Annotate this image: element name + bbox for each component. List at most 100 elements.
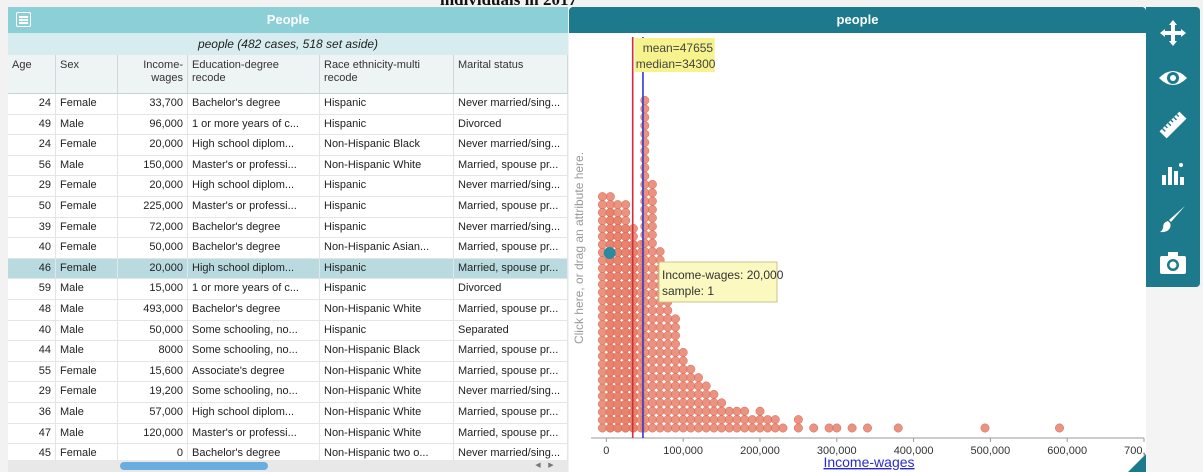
data-point[interactable] xyxy=(613,255,623,265)
data-point[interactable] xyxy=(678,398,688,408)
data-point[interactable] xyxy=(605,216,615,225)
table-cell[interactable]: 40 xyxy=(8,320,56,341)
data-point[interactable] xyxy=(597,391,607,401)
data-point[interactable] xyxy=(620,383,630,393)
column-header[interactable]: Education-degree recode xyxy=(188,55,320,93)
data-point[interactable] xyxy=(655,305,665,315)
table-row[interactable]: 29 Female 19,200 Some schooling, no... Non-H… xyxy=(8,382,568,403)
data-point[interactable] xyxy=(647,272,657,282)
table-cell[interactable]: 96,000 xyxy=(118,114,188,135)
data-point[interactable] xyxy=(597,271,607,281)
scroll-left-icon[interactable]: ◀ xyxy=(533,462,543,470)
data-point[interactable] xyxy=(663,406,673,416)
table-cell[interactable]: Female xyxy=(56,176,118,196)
table-menu-icon[interactable] xyxy=(16,12,31,27)
data-point[interactable] xyxy=(686,381,696,391)
data-point[interactable] xyxy=(809,423,819,433)
data-point[interactable] xyxy=(647,297,657,307)
data-point[interactable] xyxy=(701,406,711,416)
data-point[interactable] xyxy=(597,208,607,217)
data-point[interactable] xyxy=(694,415,703,425)
table-row[interactable]: 56 Male 150,000 Master's or professi... Non-… xyxy=(8,155,568,177)
data-point[interactable] xyxy=(647,238,657,248)
data-point[interactable] xyxy=(620,399,630,409)
table-cell[interactable]: Hispanic xyxy=(320,196,454,217)
table-cell[interactable]: Male xyxy=(56,114,118,135)
data-point[interactable] xyxy=(597,399,607,409)
graph-titlebar[interactable]: people xyxy=(569,7,1146,33)
data-point[interactable] xyxy=(597,319,607,329)
data-point[interactable] xyxy=(863,423,872,433)
data-point[interactable] xyxy=(597,311,607,321)
data-point[interactable] xyxy=(597,383,607,393)
data-point[interactable] xyxy=(620,263,630,273)
table-row[interactable]: 39 Female 72,000 Bachelor's degree Hispanic N… xyxy=(8,217,568,239)
data-point[interactable] xyxy=(655,322,665,332)
data-point[interactable] xyxy=(640,297,650,307)
data-point[interactable] xyxy=(640,263,650,273)
data-point[interactable] xyxy=(655,247,665,257)
data-point[interactable] xyxy=(605,423,615,433)
data-point[interactable] xyxy=(613,208,623,217)
table-cell[interactable]: Non-Hispanic Black xyxy=(320,135,454,155)
measure-icon[interactable] xyxy=(1157,109,1189,141)
table-cell[interactable]: Never married/sing... xyxy=(454,217,568,238)
data-point[interactable] xyxy=(770,423,780,433)
table-cell[interactable]: 59 xyxy=(8,279,56,299)
data-point[interactable] xyxy=(620,295,630,305)
data-point[interactable] xyxy=(694,373,703,383)
data-point[interactable] xyxy=(613,263,623,273)
data-point[interactable] xyxy=(597,216,607,225)
data-point[interactable] xyxy=(647,381,657,391)
data-point[interactable] xyxy=(640,188,650,198)
table-cell[interactable]: Male xyxy=(56,299,118,320)
data-point[interactable] xyxy=(620,343,630,353)
data-point[interactable] xyxy=(678,373,688,383)
table-cell[interactable]: Never married/sing... xyxy=(454,135,568,155)
data-point[interactable] xyxy=(640,104,650,114)
table-cell[interactable]: Hispanic xyxy=(320,279,454,299)
table-cell[interactable]: Bachelor's degree xyxy=(188,94,320,114)
data-point[interactable] xyxy=(640,272,650,282)
table-cell[interactable]: Master's or professi... xyxy=(188,196,320,217)
y-axis-drop-prompt[interactable]: Click here, or drag an attribute here. xyxy=(572,152,586,344)
table-cell[interactable]: Male xyxy=(56,402,118,423)
data-point[interactable] xyxy=(597,224,607,233)
data-point[interactable] xyxy=(605,271,615,281)
data-point[interactable] xyxy=(671,415,680,425)
data-point[interactable] xyxy=(613,391,623,401)
table-row[interactable]: 59 Male 15,000 1 or more years of c... Hispa… xyxy=(8,279,568,300)
table-cell[interactable]: 57,000 xyxy=(118,402,188,423)
table-cell[interactable]: Master's or professi... xyxy=(188,155,320,176)
data-point[interactable] xyxy=(620,423,630,433)
table-cell[interactable]: Female xyxy=(56,196,118,217)
data-point[interactable] xyxy=(613,271,623,281)
data-point[interactable] xyxy=(640,129,650,139)
data-point[interactable] xyxy=(671,356,680,366)
data-point[interactable] xyxy=(597,200,607,210)
data-point[interactable] xyxy=(597,407,607,417)
data-point[interactable] xyxy=(647,322,657,332)
data-point[interactable] xyxy=(701,423,711,433)
data-point[interactable] xyxy=(620,367,630,377)
table-cell[interactable]: Non-Hispanic Asian... xyxy=(320,238,454,258)
data-point[interactable] xyxy=(640,179,650,189)
data-point[interactable] xyxy=(655,339,665,349)
table-cell[interactable]: 150,000 xyxy=(118,155,188,176)
data-point[interactable] xyxy=(597,255,607,265)
data-point[interactable] xyxy=(613,367,623,377)
data-point[interactable] xyxy=(613,383,623,393)
data-point[interactable] xyxy=(597,295,607,305)
table-cell[interactable]: 50,000 xyxy=(118,238,188,258)
table-cell[interactable]: Male xyxy=(56,320,118,341)
data-point[interactable] xyxy=(613,351,623,361)
data-point[interactable] xyxy=(597,327,607,337)
data-point[interactable] xyxy=(824,423,834,433)
data-point[interactable] xyxy=(605,415,615,425)
table-cell[interactable]: Non-Hispanic Black xyxy=(320,341,454,361)
data-point[interactable] xyxy=(605,375,615,385)
table-cell[interactable]: Male xyxy=(56,341,118,361)
data-point[interactable] xyxy=(647,305,657,315)
data-point[interactable] xyxy=(778,423,788,433)
data-point[interactable] xyxy=(647,347,657,357)
